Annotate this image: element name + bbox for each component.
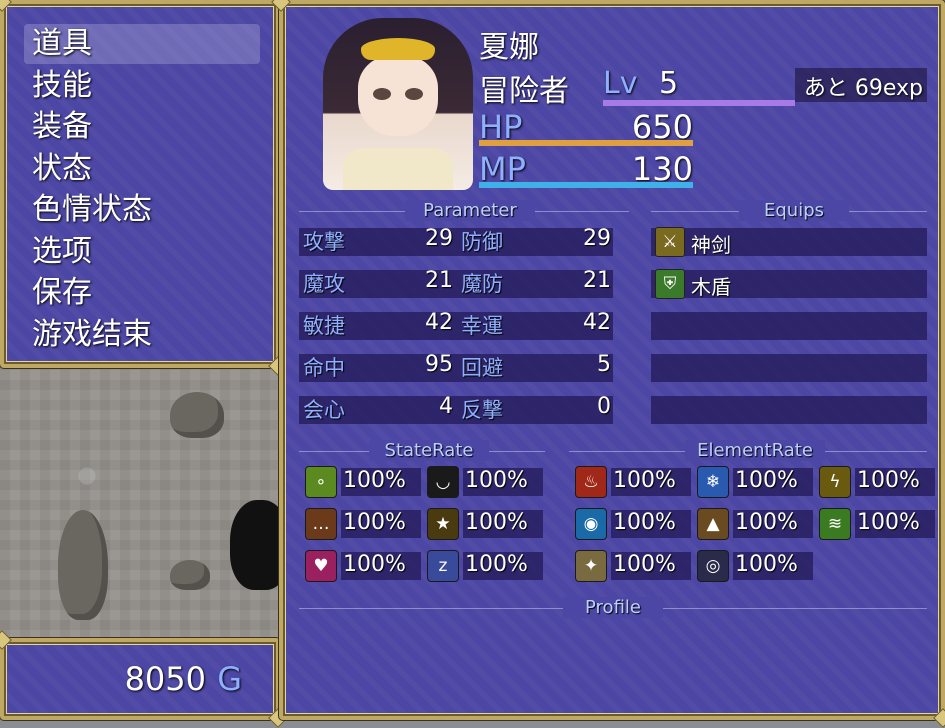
state-rate-value: 100% <box>465 468 528 493</box>
ice-snowflake-icon: ❄ <box>697 466 729 498</box>
param-value: 21 <box>583 268 611 293</box>
gold-unit: G <box>217 660 242 698</box>
rock <box>170 560 210 590</box>
param-value: 42 <box>583 310 611 335</box>
equip-name: 木盾 <box>691 275 731 299</box>
status-window: 夏娜 冒险者 Lv 5 あと 69exp HP 650 MP 130 Param… <box>279 0 945 720</box>
param-label: 攻撃 <box>303 230 345 254</box>
menu-item[interactable]: 色情状态 <box>32 190 152 230</box>
shield-icon: ⛨ <box>655 269 685 299</box>
light-holy-icon: ✦ <box>575 550 607 582</box>
actor-class: 冒险者 <box>479 74 569 109</box>
state-rate-value: 100% <box>343 552 406 577</box>
closed-eye-icon: ◡ <box>427 466 459 498</box>
param-label: 魔攻 <box>303 272 345 296</box>
gold-amount: 8050 <box>124 660 206 698</box>
state-rate-title: StateRate <box>369 440 489 461</box>
level-label: Lv <box>603 66 638 101</box>
speech-bubble-icon: … <box>305 508 337 540</box>
dark-vortex-icon: ◎ <box>697 550 729 582</box>
state-rate-value: 100% <box>465 552 528 577</box>
element-rate-value: 100% <box>857 468 920 493</box>
param-label: 幸運 <box>461 314 503 338</box>
element-rate-value: 100% <box>735 510 798 535</box>
mp-gauge <box>479 182 693 188</box>
menu-item[interactable]: 游戏结束 <box>32 315 152 355</box>
param-label: 防御 <box>461 230 503 254</box>
exp-remaining: あと 69exp <box>803 76 923 101</box>
element-rate-value: 100% <box>613 468 676 493</box>
param-label: 命中 <box>303 356 345 380</box>
param-label: 魔防 <box>461 272 503 296</box>
param-value: 95 <box>425 352 453 377</box>
param-value: 29 <box>583 226 611 251</box>
menu-item[interactable]: 保存 <box>32 273 92 313</box>
menu-item[interactable]: 装备 <box>32 107 92 147</box>
actor-portrait <box>323 18 473 190</box>
menu-item[interactable]: 技能 <box>32 66 92 106</box>
param-value: 21 <box>425 268 453 293</box>
param-value: 42 <box>425 310 453 335</box>
element-rate-value: 100% <box>735 552 798 577</box>
param-label: 敏捷 <box>303 314 345 338</box>
fire-icon: ♨ <box>575 466 607 498</box>
sword-icon: ⚔ <box>655 227 685 257</box>
rock <box>170 392 224 438</box>
param-value: 29 <box>425 226 453 251</box>
param-value: 4 <box>439 394 453 419</box>
wind-tornado-icon: ≋ <box>819 508 851 540</box>
state-rate-value: 100% <box>343 510 406 535</box>
thunder-icon: ϟ <box>819 466 851 498</box>
element-rate-title: ElementRate <box>685 440 825 461</box>
param-value: 5 <box>597 352 611 377</box>
element-rate-value: 100% <box>735 468 798 493</box>
sleep-zzz-icon: z <box>427 550 459 582</box>
water-drop-icon: ◉ <box>575 508 607 540</box>
state-rate-value: 100% <box>343 468 406 493</box>
element-rate-value: 100% <box>613 510 676 535</box>
menu-item[interactable]: 道具 <box>32 24 92 64</box>
equip-slot[interactable] <box>651 354 927 382</box>
menu-item[interactable]: 选项 <box>32 232 92 272</box>
poison-bubbles-icon: ∘ <box>305 466 337 498</box>
equip-name: 神剑 <box>691 233 731 257</box>
element-rate-value: 100% <box>613 552 676 577</box>
equip-slot[interactable] <box>651 396 927 424</box>
heart-icon: ♥ <box>305 550 337 582</box>
rock <box>58 510 108 620</box>
param-label: 回避 <box>461 356 503 380</box>
param-label: 反撃 <box>461 398 503 422</box>
param-value: 0 <box>597 394 611 419</box>
param-label: 会心 <box>303 398 345 422</box>
dizzy-stars-icon: ★ <box>427 508 459 540</box>
gold-window: 8050 G <box>0 638 280 720</box>
element-rate-value: 100% <box>857 510 920 535</box>
command-menu-window: 道具 技能 装备 状态 色情状态 选项 保存 游戏结束 <box>0 0 280 368</box>
equips-title: Equips <box>739 200 849 221</box>
level-value: 5 <box>659 66 679 101</box>
earth-rock-icon: ▲ <box>697 508 729 540</box>
level-bar <box>603 100 795 106</box>
actor-name: 夏娜 <box>479 30 539 65</box>
profile-title: Profile <box>563 597 663 618</box>
map-background <box>0 360 290 650</box>
equip-slot[interactable] <box>651 312 927 340</box>
state-rate-value: 100% <box>465 510 528 535</box>
hp-gauge <box>479 140 693 146</box>
menu-item[interactable]: 状态 <box>32 149 92 189</box>
parameter-title: Parameter <box>405 200 535 221</box>
